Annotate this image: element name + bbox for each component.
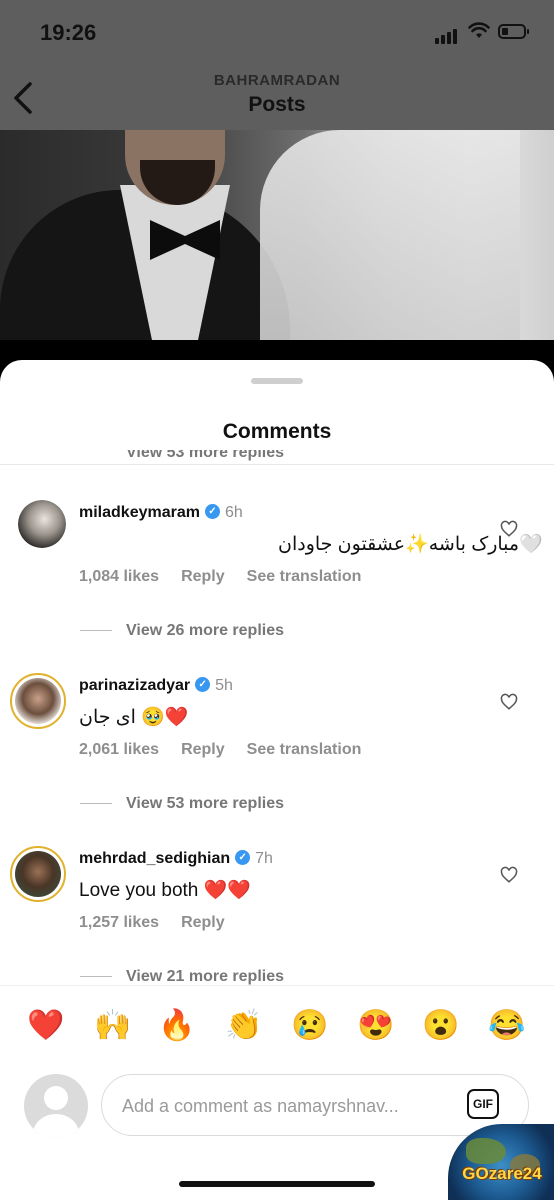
see-translation-button[interactable]: See translation	[247, 568, 362, 585]
home-indicator[interactable]	[179, 1181, 375, 1187]
comment-username[interactable]: parinazizadyar	[79, 677, 190, 694]
likes-count[interactable]: 1,084 likes	[79, 568, 159, 585]
likes-count[interactable]: 2,061 likes	[79, 741, 159, 758]
signal-icon	[435, 26, 459, 44]
status-time: 19:26	[40, 20, 97, 45]
watermark-text: GOzare24	[462, 1164, 542, 1183]
like-heart-icon[interactable]	[500, 520, 518, 538]
reaction-laughing[interactable]: 😂	[487, 1008, 527, 1043]
comment-input-box[interactable]: GIF	[101, 1074, 529, 1136]
view-more-replies[interactable]: View 53 more replies	[80, 795, 284, 813]
reaction-raised-hands[interactable]: 🙌	[93, 1008, 133, 1043]
thread-line	[80, 803, 112, 805]
comment-username[interactable]: mehrdad_sedighian	[79, 850, 230, 867]
verified-badge-icon: ✓	[235, 850, 251, 866]
thread-line	[80, 976, 112, 978]
sheet-title: Comments	[222, 420, 332, 443]
avatar[interactable]	[18, 500, 66, 548]
user-avatar-icon	[24, 1074, 88, 1138]
comment-text: ای جان 🥹❤️	[79, 707, 189, 728]
view-more-replies-label: View 53 more replies	[126, 795, 285, 812]
verified-badge-icon: ✓	[204, 504, 220, 520]
like-heart-icon[interactable]	[500, 693, 518, 711]
comment-age: 7h	[255, 850, 273, 867]
reaction-crying[interactable]: 😢	[290, 1008, 330, 1043]
account-name: BAHRAMRADAN	[213, 72, 341, 89]
post-photo	[0, 130, 554, 340]
reply-button[interactable]: Reply	[181, 741, 225, 758]
comment-username[interactable]: miladkeymaram	[79, 504, 200, 521]
view-more-replies[interactable]: View 21 more replies	[80, 968, 284, 986]
clipped-view-replies: View 53 more replies	[126, 450, 285, 461]
avatar[interactable]	[10, 846, 66, 902]
status-bar: 19:26	[0, 0, 554, 64]
wifi-icon	[468, 22, 490, 38]
battery-icon	[498, 24, 529, 39]
page-title: Posts	[248, 93, 306, 116]
comment-input[interactable]	[120, 1089, 454, 1123]
quick-reactions-bar: ❤️ 🙌 🔥 👏 😢 😍 😮 😂	[0, 985, 554, 1076]
reply-button[interactable]: Reply	[181, 914, 225, 931]
view-more-replies-label: View 26 more replies	[126, 622, 285, 639]
reaction-heart-eyes[interactable]: 😍	[356, 1008, 396, 1043]
comment-text: Love you both ❤️❤️	[79, 880, 251, 901]
like-heart-icon[interactable]	[500, 866, 518, 884]
sheet-divider	[0, 464, 554, 465]
view-more-replies[interactable]: View 26 more replies	[80, 622, 284, 640]
avatar[interactable]	[10, 673, 66, 729]
verified-badge-icon: ✓	[195, 677, 211, 693]
view-more-replies-label: View 21 more replies	[126, 968, 285, 985]
reaction-clap[interactable]: 👏	[224, 1008, 264, 1043]
reaction-heart[interactable]: ❤️	[26, 1008, 66, 1043]
reply-button[interactable]: Reply	[181, 568, 225, 585]
comment-age: 5h	[215, 677, 233, 694]
reaction-fire[interactable]: 🔥	[157, 1008, 197, 1043]
comment-age: 6h	[224, 504, 243, 521]
reaction-surprised[interactable]: 😮	[421, 1008, 461, 1043]
thread-line	[80, 630, 112, 632]
see-translation-button[interactable]: See translation	[247, 741, 362, 758]
drag-handle[interactable]	[251, 378, 303, 384]
gif-button[interactable]: GIF	[467, 1089, 499, 1119]
likes-count[interactable]: 1,257 likes	[79, 914, 159, 931]
